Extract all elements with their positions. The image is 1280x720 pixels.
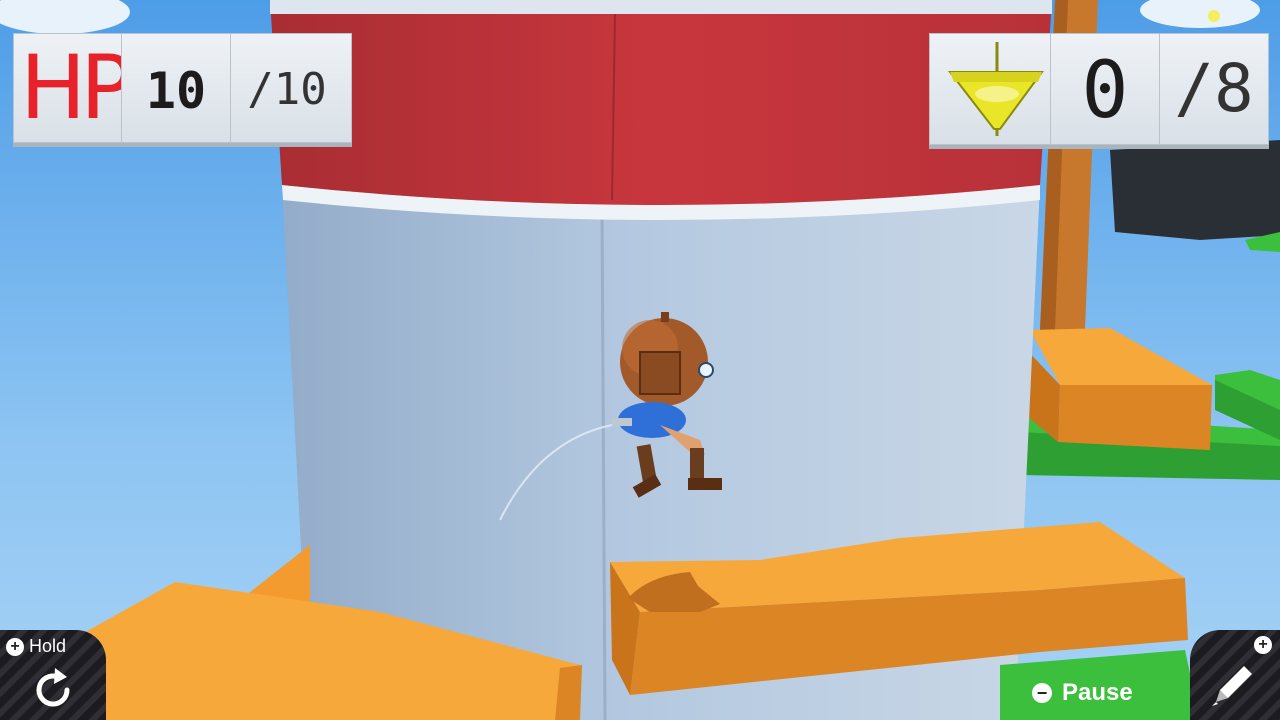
hold-button[interactable]: + Hold: [0, 630, 106, 720]
hp-max-tile: /10: [230, 33, 352, 143]
hp-max-value: /10: [247, 64, 327, 115]
pause-button[interactable]: − Pause: [1032, 678, 1133, 708]
edit-button[interactable]: +: [1190, 630, 1280, 720]
rotate-icon: [36, 668, 70, 707]
sun: [1208, 10, 1220, 22]
hold-label: Hold: [29, 636, 67, 656]
minus-icon: −: [1032, 683, 1052, 703]
hp-current-value: 10: [145, 62, 207, 120]
collectible-total-tile: /8: [1159, 33, 1269, 145]
collectible-count-tile: 0: [1050, 33, 1160, 145]
plus-icon: +: [1254, 636, 1272, 654]
dark-block: [1110, 140, 1280, 240]
collectible-icon-tile: [929, 33, 1051, 145]
plus-icon: +: [6, 638, 24, 656]
collectible-total: /8: [1174, 50, 1254, 127]
hp-label: HP: [20, 36, 133, 139]
hp-current-tile: 10: [121, 33, 231, 143]
pencil-icon: [1212, 666, 1252, 706]
pause-label: Pause: [1062, 679, 1133, 706]
hp-label-tile: HP: [13, 33, 133, 143]
spinning-top-icon: [947, 42, 1044, 136]
collectible-count: 0: [1081, 46, 1129, 136]
